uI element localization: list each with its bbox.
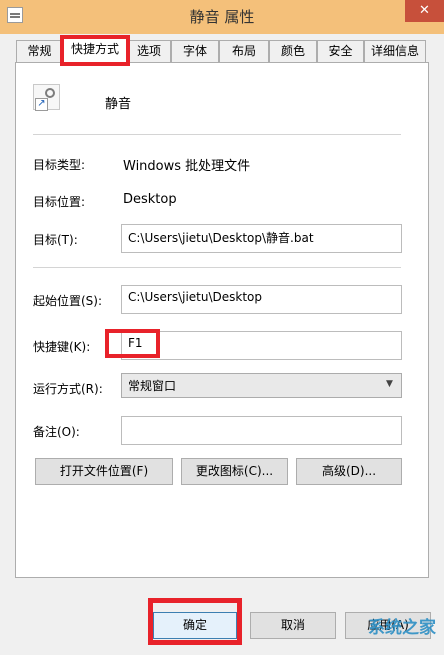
tab-general[interactable]: 常规 <box>16 40 63 62</box>
tab-shortcut[interactable]: 快捷方式 <box>60 35 130 66</box>
start-in-field[interactable]: C:\Users\jietu\Desktop <box>121 285 402 314</box>
chevron-down-icon[interactable]: ▼ <box>386 379 393 389</box>
divider <box>33 134 401 135</box>
target-location-value: Desktop <box>123 192 177 207</box>
tab-layout[interactable]: 布局 <box>219 40 269 62</box>
tab-colors[interactable]: 颜色 <box>269 40 317 62</box>
hotkey-highlight <box>105 329 160 358</box>
tab-details[interactable]: 详细信息 <box>364 40 426 62</box>
shortcut-arrow-icon: ↗ <box>35 98 48 111</box>
comment-label: 备注(O): <box>33 425 80 439</box>
ok-highlight <box>148 598 242 645</box>
title-bar[interactable]: 静音 属性 ✕ <box>0 0 444 34</box>
tab-security[interactable]: 安全 <box>317 40 364 62</box>
hotkey-field[interactable]: F1 <box>121 331 402 360</box>
target-type-value: Windows 批处理文件 <box>123 159 251 174</box>
target-type-label: 目标类型: <box>33 158 86 172</box>
hotkey-label: 快捷键(K): <box>33 340 91 354</box>
comment-field[interactable] <box>121 416 402 445</box>
run-label: 运行方式(R): <box>33 382 103 396</box>
change-icon-button[interactable]: 更改图标(C)... <box>181 458 288 485</box>
shortcut-file-icon: ↗ <box>33 84 60 111</box>
gear-icon <box>45 88 55 98</box>
advanced-button[interactable]: 高级(D)... <box>296 458 402 485</box>
start-in-label: 起始位置(S): <box>33 294 103 308</box>
watermark: 系统之家 <box>368 618 436 638</box>
shortcut-name: 静音 <box>105 97 132 112</box>
tab-font[interactable]: 字体 <box>171 40 219 62</box>
window-title: 静音 属性 <box>189 8 255 26</box>
run-select[interactable]: 常规窗口 <box>121 373 402 398</box>
open-file-location-button[interactable]: 打开文件位置(F) <box>35 458 173 485</box>
tab-strip: 常规 快捷方式 选项 字体 布局 颜色 安全 详细信息 <box>0 35 444 66</box>
target-label: 目标(T): <box>33 233 78 247</box>
target-field[interactable]: C:\Users\jietu\Desktop\静音.bat <box>121 224 402 253</box>
shortcut-panel <box>15 62 429 578</box>
tab-options[interactable]: 选项 <box>127 40 171 62</box>
divider <box>33 267 401 268</box>
close-button[interactable]: ✕ <box>405 0 444 22</box>
target-location-label: 目标位置: <box>33 195 86 209</box>
